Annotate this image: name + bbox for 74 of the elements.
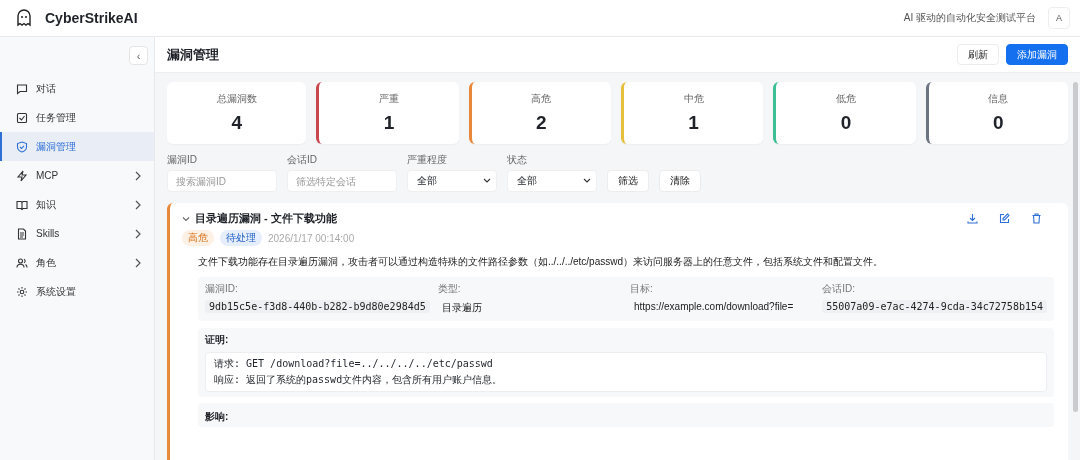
refresh-button[interactable]: 刷新 bbox=[957, 44, 999, 65]
field-value: https://example.com/download?file= bbox=[633, 300, 795, 313]
field-label: 会话ID: bbox=[822, 282, 857, 296]
sidebar-item[interactable]: 对话 bbox=[0, 74, 154, 103]
code-line: 响应: 返回了系统的passwd文件内容，包含所有用户账户信息。 bbox=[214, 373, 504, 387]
chevron-right-icon bbox=[134, 228, 142, 239]
user-avatar[interactable]: A bbox=[1048, 7, 1070, 29]
book-icon bbox=[16, 198, 28, 211]
stat-value: 0 bbox=[840, 112, 852, 134]
field-label: 类型: bbox=[437, 282, 462, 296]
settings-icon bbox=[16, 285, 28, 298]
chevron-down-icon bbox=[483, 178, 491, 184]
edit-icon[interactable] bbox=[999, 213, 1010, 224]
app-name: CyberStrikeAI bbox=[45, 10, 138, 26]
field-value: 目录遍历 bbox=[440, 301, 483, 315]
sidebar-item[interactable]: 角色 bbox=[0, 248, 154, 277]
chevron-right-icon bbox=[134, 199, 142, 210]
filter-input[interactable]: 筛选特定会话 bbox=[287, 170, 397, 192]
filter-label: 会话ID bbox=[287, 153, 318, 167]
filter-button[interactable]: 筛选 bbox=[607, 170, 649, 192]
chevron-down-icon[interactable] bbox=[182, 214, 190, 223]
filter-dropdown[interactable]: 全部 bbox=[407, 170, 497, 192]
section-label: 影响: bbox=[205, 411, 229, 422]
severity-tag: 高危 bbox=[182, 230, 214, 246]
stat-label: 总漏洞数 bbox=[216, 92, 257, 106]
code-line: 请求: GET /download?file=../../../../etc/passwd bbox=[214, 357, 494, 371]
checkbox-icon bbox=[16, 111, 28, 124]
sidebar-item[interactable]: MCP bbox=[0, 161, 154, 190]
field-label: 目标: bbox=[630, 282, 654, 296]
field-label: 漏洞ID: bbox=[205, 282, 239, 296]
stat-value: 0 bbox=[993, 112, 1004, 134]
stat-value: 1 bbox=[383, 112, 395, 134]
filter-label: 漏洞ID bbox=[167, 153, 198, 167]
sidebar-item[interactable]: 任务管理 bbox=[0, 103, 154, 132]
field-value: 55007a09-e7ac-4274-9cda-34c72758b154 bbox=[822, 300, 1047, 313]
stat-label: 高危 bbox=[531, 92, 552, 106]
filter-input[interactable]: 搜索漏洞ID bbox=[167, 170, 277, 192]
stat-value: 4 bbox=[231, 112, 242, 134]
section-label: 证明: bbox=[205, 333, 230, 347]
stat-label: 中危 bbox=[683, 92, 704, 106]
users-icon bbox=[16, 256, 28, 269]
delete-icon[interactable] bbox=[1031, 213, 1042, 224]
collapse-button[interactable]: ‹ bbox=[129, 46, 148, 65]
vulnerability-description: 文件下载功能存在目录遍历漏洞，攻击者可以通过构造特殊的文件路径参数（如../../../etc/passwd）来访问服务器上的任意文件，包括系统文件和配置文件。 bbox=[198, 255, 885, 269]
chevron-right-icon bbox=[134, 257, 142, 268]
chevron-right-icon bbox=[134, 170, 142, 181]
download-icon[interactable] bbox=[967, 213, 978, 224]
page-title: 漏洞管理 bbox=[167, 45, 219, 64]
vulnerability-title: 目录遍历漏洞 - 文件下载功能 bbox=[195, 211, 337, 226]
tagline: AI 驱动的自动化安全测试平台 bbox=[903, 11, 1036, 25]
filter-label: 严重程度 bbox=[407, 153, 448, 167]
chat-icon bbox=[16, 82, 28, 95]
clear-button[interactable]: 清除 bbox=[659, 170, 701, 192]
ghost-logo-icon bbox=[15, 9, 33, 27]
sidebar-item[interactable]: 漏洞管理 bbox=[0, 132, 154, 161]
scrollbar[interactable] bbox=[1073, 82, 1078, 412]
stat-value: 1 bbox=[688, 112, 699, 134]
sidebar-item[interactable]: Skills bbox=[0, 219, 154, 248]
stat-label: 严重 bbox=[379, 92, 399, 106]
sidebar-item[interactable]: 知识 bbox=[0, 190, 154, 219]
filter-label: 状态 bbox=[507, 153, 528, 167]
chevron-down-icon bbox=[583, 178, 591, 184]
stat-label: 信息 bbox=[988, 92, 1009, 106]
field-value: 9db15c5e-f3d8-440b-b282-b9d80e2984d5 bbox=[205, 300, 430, 313]
timestamp: 2026/1/17 00:14:00 bbox=[268, 232, 355, 244]
filter-dropdown[interactable]: 全部 bbox=[507, 170, 597, 192]
shield-icon bbox=[16, 140, 28, 153]
stat-value: 2 bbox=[536, 112, 547, 134]
lightning-icon bbox=[16, 169, 28, 182]
add-button[interactable]: 添加漏洞 bbox=[1006, 44, 1068, 65]
sidebar-item[interactable]: 系统设置 bbox=[0, 277, 154, 306]
status-tag: 待处理 bbox=[220, 230, 262, 246]
stat-label: 低危 bbox=[835, 92, 856, 106]
document-icon bbox=[16, 227, 28, 240]
